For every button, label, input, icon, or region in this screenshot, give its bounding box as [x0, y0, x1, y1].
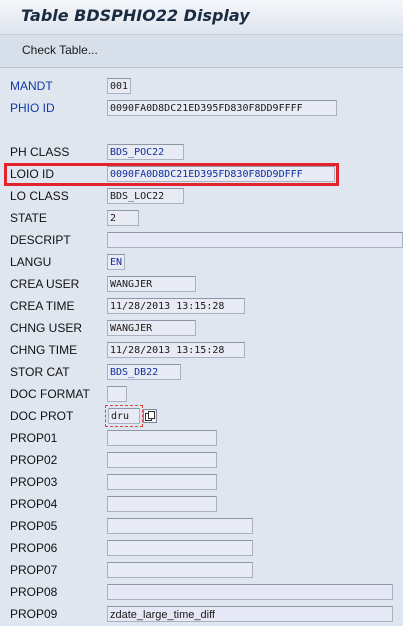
field-value-crea-user[interactable]: WANGJER — [107, 276, 196, 292]
field-value-prop02[interactable] — [107, 452, 217, 468]
field-value-descript[interactable] — [107, 232, 403, 248]
field-label-phio-id[interactable]: PHIO ID — [10, 100, 55, 116]
field-value-lo-class[interactable]: BDS_LOC22 — [107, 188, 184, 204]
field-value-prop06[interactable] — [107, 540, 253, 556]
title-bar: Table BDSPHIO22 Display — [0, 0, 403, 34]
window-title: Table BDSPHIO22 Display — [21, 6, 250, 25]
field-label-prop06: PROP06 — [10, 541, 58, 555]
field-value-phio-id[interactable]: 0090FA0D8DC21ED395FD830F8DD9FFFF — [107, 100, 337, 116]
field-label-prop08: PROP08 — [10, 585, 58, 599]
field-label-mandt[interactable]: MANDT — [10, 78, 53, 94]
field-label-state: STATE — [10, 211, 47, 225]
field-label-crea-time: CREA TIME — [10, 299, 75, 313]
field-label-langu: LANGU — [10, 255, 52, 269]
field-value-ph-class[interactable]: BDS_POC22 — [107, 144, 184, 160]
field-value-stor-cat[interactable]: BDS_DB22 — [107, 364, 181, 380]
copy-icon[interactable] — [143, 409, 157, 423]
field-label-doc-prot: DOC PROT — [10, 409, 74, 423]
field-value-prop09[interactable]: zdate_large_time_diff — [107, 606, 393, 622]
field-value-prop04[interactable] — [107, 496, 217, 512]
field-label-prop01: PROP01 — [10, 431, 58, 445]
field-value-mandt[interactable]: 001 — [107, 78, 131, 94]
field-label-prop05: PROP05 — [10, 519, 58, 533]
field-value-doc-format[interactable] — [107, 386, 127, 402]
field-value-crea-time[interactable]: 11/28/2013 13:15:28 — [107, 298, 245, 314]
field-label-chng-user: CHNG USER — [10, 321, 83, 335]
field-label-prop03: PROP03 — [10, 475, 58, 489]
field-value-chng-user[interactable]: WANGJER — [107, 320, 196, 336]
field-value-state[interactable]: 2 — [107, 210, 139, 226]
field-label-doc-format: DOC FORMAT — [10, 387, 90, 401]
field-label-crea-user: CREA USER — [10, 277, 80, 291]
field-label-lo-class: LO CLASS — [10, 189, 69, 203]
field-label-prop02: PROP02 — [10, 453, 58, 467]
field-label-loio-id: LOIO ID — [10, 167, 55, 181]
field-value-prop01[interactable] — [107, 430, 217, 446]
field-label-chng-time: CHNG TIME — [10, 343, 78, 357]
check-table-button[interactable]: Check Table... — [22, 43, 98, 57]
field-value-prop05[interactable] — [107, 518, 253, 534]
field-list: MANDT 001 PHIO ID 0090FA0D8DC21ED395FD83… — [0, 68, 403, 626]
field-value-doc-prot[interactable]: dru — [108, 408, 140, 424]
field-value-chng-time[interactable]: 11/28/2013 13:15:28 — [107, 342, 245, 358]
field-label-prop09: PROP09 — [10, 607, 58, 621]
field-label-prop04: PROP04 — [10, 497, 58, 511]
field-label-ph-class: PH CLASS — [10, 145, 70, 159]
field-label-descript: DESCRIPT — [10, 233, 71, 247]
field-label-prop07: PROP07 — [10, 563, 58, 577]
field-label-stor-cat: STOR CAT — [10, 365, 70, 379]
field-value-loio-id[interactable]: 0090FA0D8DC21ED395FD830F8DD9DFFF — [107, 166, 335, 182]
toolbar: Check Table... — [0, 34, 403, 68]
field-value-prop07[interactable] — [107, 562, 253, 578]
field-value-prop08[interactable] — [107, 584, 393, 600]
field-value-langu[interactable]: EN — [107, 254, 125, 270]
field-value-prop03[interactable] — [107, 474, 217, 490]
